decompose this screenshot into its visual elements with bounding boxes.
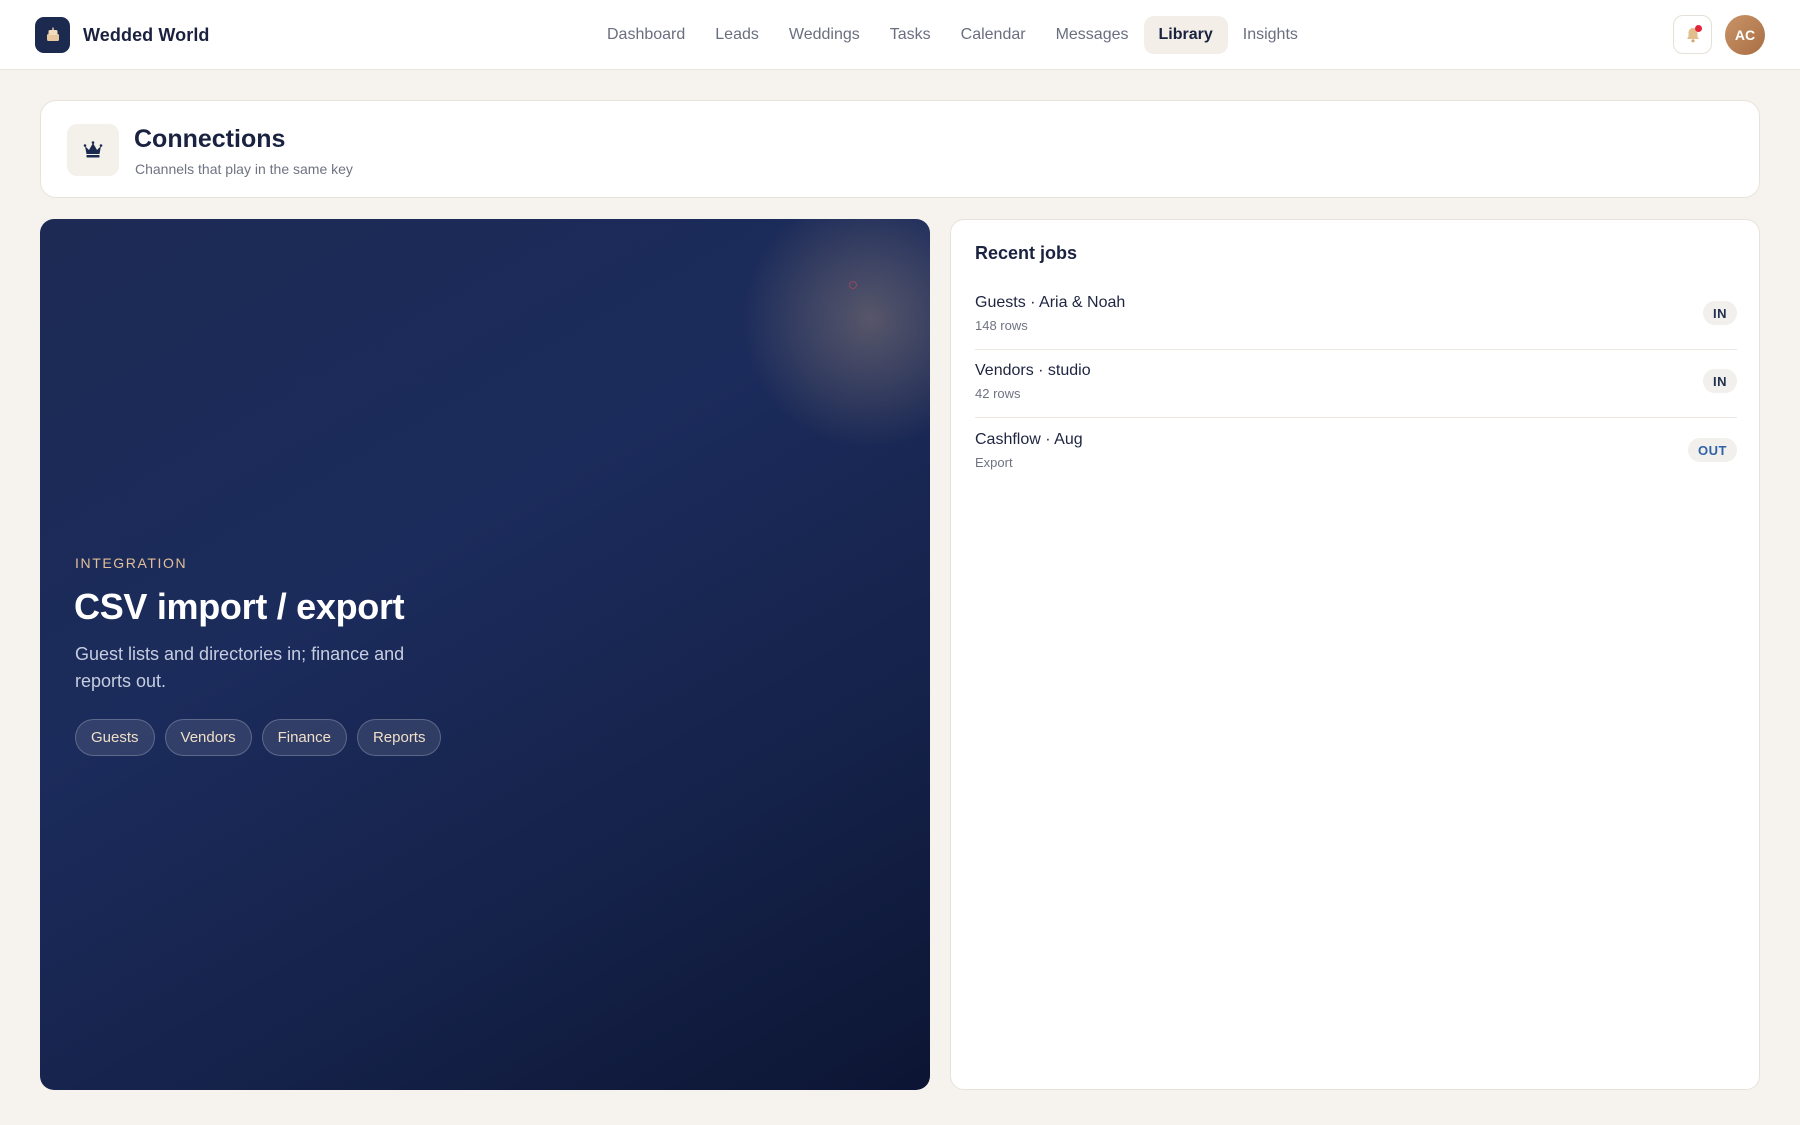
- job-meta: 148 rows: [975, 318, 1028, 333]
- job-direction-badge: OUT: [1688, 438, 1737, 462]
- brand[interactable]: Wedded World: [35, 17, 210, 53]
- chip-finance[interactable]: Finance: [261, 719, 347, 756]
- job-row[interactable]: Vendors · studio 42 rows IN: [975, 350, 1737, 418]
- nav-item-calendar[interactable]: Calendar: [946, 16, 1041, 54]
- job-name: Cashflow · Aug: [975, 431, 1083, 448]
- nav-item-insights[interactable]: Insights: [1228, 16, 1313, 54]
- job-name: Vendors · studio: [975, 362, 1091, 379]
- job-row[interactable]: Cashflow · Aug Export OUT: [975, 419, 1737, 487]
- page-header-card: Connections Channels that play in the sa…: [40, 100, 1760, 198]
- app-name: Wedded World: [83, 24, 210, 45]
- page-subtitle: Channels that play in the same key: [135, 161, 353, 177]
- job-row[interactable]: Guests · Aria & Noah 148 rows IN: [975, 282, 1737, 350]
- job-direction-badge: IN: [1703, 369, 1737, 393]
- chip-guests[interactable]: Guests: [75, 719, 155, 756]
- hero-description: Guest lists and directories in; finance …: [75, 644, 405, 691]
- top-navigation-bar: Wedded World Dashboard Leads Weddings Ta…: [0, 0, 1800, 70]
- job-name: Guests · Aria & Noah: [975, 294, 1126, 311]
- chip-reports[interactable]: Reports: [356, 719, 442, 756]
- chip-vendors[interactable]: Vendors: [164, 719, 252, 756]
- nav-item-leads[interactable]: Leads: [700, 16, 774, 54]
- hero-chip-list: Guests Vendors Finance Reports: [75, 719, 442, 756]
- recent-jobs-card: Recent jobs Guests · Aria & Noah 148 row…: [950, 219, 1760, 1090]
- nav-item-library[interactable]: Library: [1143, 16, 1228, 54]
- main-nav: Dashboard Leads Weddings Tasks Calendar …: [592, 16, 1313, 54]
- notification-badge: [1695, 25, 1702, 32]
- decorative-glow: [740, 219, 930, 449]
- decorative-spark: [849, 281, 857, 289]
- hero-eyebrow: INTEGRATION: [75, 555, 188, 571]
- notifications-button[interactable]: [1673, 15, 1712, 54]
- nav-item-weddings[interactable]: Weddings: [774, 16, 875, 54]
- page-title: Connections: [134, 125, 286, 153]
- nav-item-messages[interactable]: Messages: [1041, 16, 1144, 54]
- integration-hero-card: INTEGRATION CSV import / export Guest li…: [40, 219, 930, 1090]
- nav-item-dashboard[interactable]: Dashboard: [592, 16, 700, 54]
- job-meta: 42 rows: [975, 386, 1021, 401]
- crown-icon: [67, 124, 119, 176]
- user-avatar[interactable]: AC: [1725, 15, 1765, 55]
- nav-item-tasks[interactable]: Tasks: [875, 16, 946, 54]
- job-meta: Export: [975, 455, 1013, 470]
- recent-jobs-title: Recent jobs: [975, 243, 1078, 263]
- job-direction-badge: IN: [1703, 301, 1737, 325]
- hero-title: CSV import / export: [74, 586, 405, 627]
- cake-icon: [35, 17, 70, 53]
